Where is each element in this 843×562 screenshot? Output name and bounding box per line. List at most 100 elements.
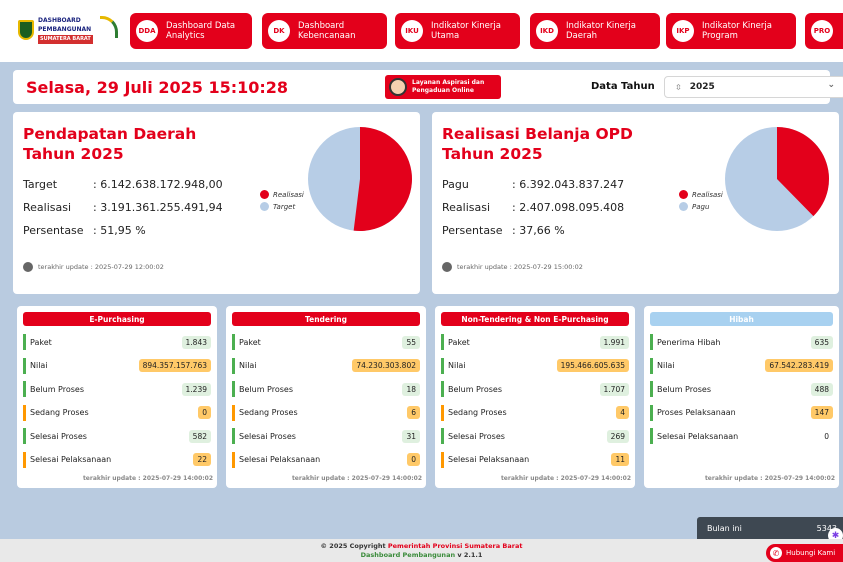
legend-item-target[interactable]: Target bbox=[260, 202, 304, 211]
card-row-value: 0 bbox=[407, 453, 420, 466]
nav-pro-badge: PRO bbox=[811, 20, 833, 42]
pendapatan-title: Pendapatan Daerah Tahun 2025 bbox=[23, 125, 197, 163]
card-update-text: terakhir update : 2025-07-29 14:00:02 bbox=[704, 475, 835, 482]
card-update-text: terakhir update : 2025-07-29 14:00:02 bbox=[291, 475, 422, 482]
card-row: Proses Pelaksanaan 147 bbox=[650, 404, 833, 421]
procurement-card-1: Tendering Paket 55 Nilai 74.230.303.802 Belum… bbox=[226, 306, 426, 488]
footer-app-name: Dashboard Pembangunan bbox=[360, 551, 456, 559]
card-row: Selesai Pelaksanaan 11 bbox=[441, 451, 629, 468]
visitor-counter: Bulan ini 5343 bbox=[697, 517, 843, 539]
card-row: Paket 1.991 bbox=[441, 334, 629, 350]
card-row-label: Selesai Pelaksanaan bbox=[30, 455, 112, 464]
procurement-card-2: Non-Tendering & Non E-Purchasing Paket 1.9… bbox=[435, 306, 635, 488]
app-logo[interactable]: DASHBOARD PEMBANGUNAN SUMATERA BARAT bbox=[18, 14, 118, 46]
card-update-text: terakhir update : 2025-07-29 14:00:02 bbox=[500, 475, 631, 482]
card-row-value: 74.230.303.802 bbox=[352, 359, 420, 372]
pendapatan-row-realisasi: Realisasi: 3.191.361.255.491,94 bbox=[23, 201, 223, 214]
card-row-value: 11 bbox=[611, 453, 629, 466]
visitor-label: Bulan ini bbox=[707, 523, 742, 533]
belanja-row-persentase: Persentase: 37,66 % bbox=[442, 224, 565, 237]
nav-iku-label: Indikator Kinerja Utama bbox=[431, 21, 501, 41]
card-row-value: 1.707 bbox=[599, 382, 629, 396]
logo-swoosh-icon bbox=[100, 16, 118, 38]
card-row: Selesai Pelaksanaan 0 bbox=[232, 451, 420, 468]
card-row-value: 582 bbox=[188, 429, 211, 443]
card-row-value: 1.239 bbox=[181, 382, 211, 396]
card-row-label: Selesai Pelaksanaan bbox=[448, 455, 530, 464]
logo-line1: DASHBOARD bbox=[38, 17, 81, 24]
clock-icon bbox=[23, 262, 33, 272]
card-update-text: terakhir update : 2025-07-29 14:00:02 bbox=[82, 475, 213, 482]
tahun-select[interactable]: ⇳ 2025 ⌄ bbox=[664, 76, 843, 98]
card-row-label: Proses Pelaksanaan bbox=[657, 408, 736, 417]
belanja-row-realisasi: Realisasi: 2.407.098.095.408 bbox=[442, 201, 625, 214]
card-row-label: Nilai bbox=[30, 361, 48, 370]
nav-dda-button[interactable]: DDA Dashboard Data Analytics bbox=[130, 13, 252, 49]
nav-dda-badge: DDA bbox=[136, 20, 158, 42]
tahun-value: 2025 bbox=[689, 82, 715, 92]
date-bar: Selasa, 29 Juli 2025 15:10:28 Layanan As… bbox=[13, 70, 843, 104]
card-row: Nilai 894.357.157.763 bbox=[23, 357, 211, 374]
card-row-label: Belum Proses bbox=[448, 384, 502, 394]
card-row-label: Paket bbox=[30, 337, 52, 347]
aspirasi-button[interactable]: Layanan Aspirasi dan Pengaduan Online bbox=[385, 75, 501, 99]
card-row-value: 31 bbox=[402, 429, 420, 443]
card-row-value: 6 bbox=[407, 406, 420, 419]
nav-ikd-label: Indikator Kinerja Daerah bbox=[566, 21, 636, 41]
procurement-card-0: E-Purchasing Paket 1.843 Nilai 894.357.157.7… bbox=[17, 306, 217, 488]
card-row-label: Paket bbox=[448, 337, 470, 347]
nav-pro-button[interactable]: PRO bbox=[805, 13, 843, 49]
card-row: Sedang Proses 0 bbox=[23, 404, 211, 421]
nav-iku-badge: IKU bbox=[401, 20, 423, 42]
card-row-value: 1.843 bbox=[181, 335, 211, 349]
card-row: Selesai Proses 31 bbox=[232, 428, 420, 444]
card-row-label: Belum Proses bbox=[657, 384, 711, 394]
card-row: Sedang Proses 4 bbox=[441, 404, 629, 421]
card-row-label: Nilai bbox=[657, 361, 675, 370]
card-row: Belum Proses 18 bbox=[232, 381, 420, 397]
card-row-value: 18 bbox=[402, 382, 420, 396]
nav-ikp-button[interactable]: IKP Indikator Kinerja Program bbox=[666, 13, 796, 49]
nav-ikd-button[interactable]: IKD Indikator Kinerja Daerah bbox=[530, 13, 660, 49]
card-row-value: 195.466.605.635 bbox=[556, 359, 629, 372]
card-row: Paket 1.843 bbox=[23, 334, 211, 350]
hubungi-label: Hubungi Kami bbox=[786, 549, 836, 557]
card-header: Hibah bbox=[650, 312, 833, 326]
chevron-down-icon: ⌄ bbox=[827, 80, 835, 90]
card-row: Selesai Pelaksanaan 22 bbox=[23, 451, 211, 468]
pendapatan-card: Pendapatan Daerah Tahun 2025 Target: 6.1… bbox=[13, 112, 420, 294]
card-row-value: 488 bbox=[810, 382, 833, 396]
belanja-row-pagu: Pagu: 6.392.043.837.247 bbox=[442, 178, 625, 191]
province-emblem-icon bbox=[18, 20, 34, 40]
footer-org-link[interactable]: Pemerintah Provinsi Sumatera Barat bbox=[388, 542, 523, 550]
card-row: Nilai 67.542.283.419 bbox=[650, 357, 833, 374]
current-datetime: Selasa, 29 Juli 2025 15:10:28 bbox=[26, 78, 289, 97]
belanja-legend: Realisasi Pagu bbox=[679, 190, 723, 214]
pendapatan-pie-chart[interactable] bbox=[305, 124, 415, 234]
legend-item-realisasi[interactable]: Realisasi bbox=[679, 190, 723, 199]
card-row-label: Selesai Pelaksanaan bbox=[239, 455, 321, 464]
belanja-pie-chart[interactable] bbox=[722, 124, 832, 234]
legend-item-realisasi[interactable]: Realisasi bbox=[260, 190, 304, 199]
card-row: Nilai 74.230.303.802 bbox=[232, 357, 420, 374]
card-row-value: 22 bbox=[193, 453, 211, 466]
logo-line3: SUMATERA BARAT bbox=[38, 35, 93, 44]
card-row: Nilai 195.466.605.635 bbox=[441, 357, 629, 374]
card-row-label: Paket bbox=[239, 337, 261, 347]
card-row-value: 4 bbox=[616, 406, 629, 419]
card-row-value: 635 bbox=[810, 335, 833, 349]
pendapatan-pie-slice-realisasi[interactable] bbox=[353, 127, 412, 231]
card-row-label: Sedang Proses bbox=[448, 408, 507, 417]
card-header: Non-Tendering & Non E-Purchasing bbox=[441, 312, 629, 326]
card-row-label: Selesai Proses bbox=[448, 431, 505, 441]
card-row-value: 894.357.157.763 bbox=[138, 359, 211, 372]
hubungi-kami-button[interactable]: ✆ Hubungi Kami bbox=[766, 544, 843, 562]
card-row-label: Sedang Proses bbox=[30, 408, 89, 417]
card-row: Belum Proses 1.239 bbox=[23, 381, 211, 397]
nav-iku-button[interactable]: IKU Indikator Kinerja Utama bbox=[395, 13, 520, 49]
legend-item-pagu[interactable]: Pagu bbox=[679, 202, 723, 211]
card-row-value: 147 bbox=[810, 406, 833, 419]
card-row: Selesai Pelaksanaan 0 bbox=[650, 428, 833, 444]
nav-dk-label: Dashboard Kebencanaan bbox=[298, 21, 356, 41]
nav-dk-button[interactable]: DK Dashboard Kebencanaan bbox=[262, 13, 387, 49]
